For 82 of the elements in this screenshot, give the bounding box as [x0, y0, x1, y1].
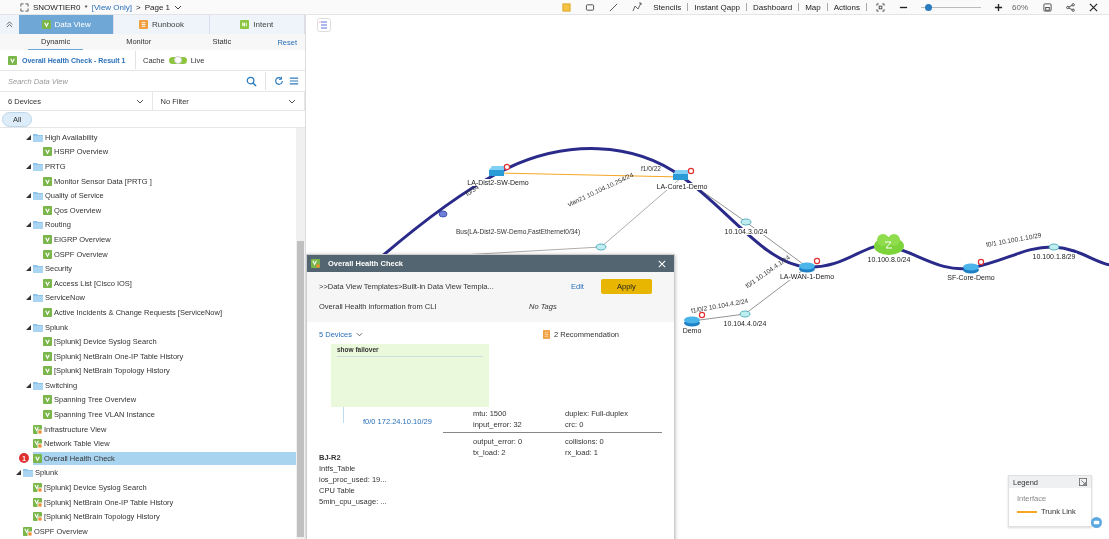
view-icon: [43, 366, 52, 376]
zoom-in-icon[interactable]: [994, 2, 1003, 12]
view-icon: [311, 259, 320, 268]
shared-view-icon: [33, 497, 42, 507]
toolbar-menu-item[interactable]: Actions: [831, 2, 862, 12]
folder-icon: [33, 293, 43, 303]
map-title: SNOWTIER0: [33, 2, 81, 12]
expand-arrow-icon[interactable]: [26, 324, 31, 330]
view-icon: [43, 351, 52, 361]
rectangle-icon[interactable]: [585, 2, 596, 12]
collapse-icon[interactable]: [6, 21, 13, 28]
shared-view-icon: [23, 526, 32, 536]
expand-arrow-icon[interactable]: [26, 222, 31, 228]
close-icon[interactable]: [1089, 2, 1098, 12]
view-icon: [43, 249, 52, 259]
caret-icon: [135, 98, 144, 104]
zoom-reading: 60%: [1012, 2, 1028, 12]
toolbar-menu-item[interactable]: Map: [803, 2, 823, 12]
view-icon: [43, 410, 52, 420]
shared-view-icon: [33, 439, 42, 449]
folder-icon: [23, 468, 33, 478]
folder-icon: [33, 191, 43, 201]
folder-icon: [33, 322, 43, 332]
view-icon: [43, 205, 52, 215]
view-icon: [43, 395, 52, 405]
expand-arrow-icon[interactable]: [26, 193, 31, 199]
shared-view-icon: [33, 424, 42, 434]
view-icon: [43, 278, 52, 288]
folder-icon: [33, 380, 43, 390]
expand-arrow-icon[interactable]: [26, 382, 31, 388]
expand-arrow-icon[interactable]: [26, 266, 31, 272]
router-icon[interactable]: [963, 258, 985, 274]
curve-icon[interactable]: [632, 2, 643, 12]
fit-view-icon[interactable]: [876, 2, 885, 12]
toolbar-menu-item[interactable]: Dashboard: [751, 2, 795, 12]
view-icon: [43, 307, 52, 317]
view-icon: [43, 234, 52, 244]
folder-icon: [33, 264, 43, 274]
share-icon[interactable]: [1066, 2, 1075, 12]
switch-icon[interactable]: [489, 163, 511, 176]
scrollbar-thumb[interactable]: [297, 241, 304, 537]
cache-toggle[interactable]: [168, 56, 187, 64]
view-icon: [43, 337, 52, 347]
shared-view-icon: [33, 512, 42, 522]
save-icon[interactable]: [1043, 2, 1052, 12]
view-icon: [43, 176, 52, 186]
menu-icon[interactable]: [289, 76, 299, 86]
document-icon: [543, 329, 550, 339]
fullscreen-icon[interactable]: [20, 2, 29, 12]
view-icon: [41, 20, 51, 29]
intent-icon: [240, 20, 250, 29]
router-icon[interactable]: [799, 257, 821, 273]
breadcrumb-separator: >: [136, 2, 141, 12]
hub-icon[interactable]: [438, 210, 448, 218]
page-selector[interactable]: Page 1: [144, 2, 171, 12]
toolbar-menu-item[interactable]: Stencils: [651, 2, 684, 12]
hub-icon[interactable]: [1048, 243, 1060, 251]
runbook-icon: [138, 20, 148, 29]
view-icon: [8, 55, 17, 65]
view-icon: [33, 453, 42, 463]
folder-icon: [33, 132, 43, 142]
view-mode: [View Only]: [91, 2, 132, 12]
expand-arrow-icon[interactable]: [26, 164, 31, 169]
zoom-slider-thumb[interactable]: [925, 3, 933, 11]
caret-icon[interactable]: [174, 4, 183, 10]
switch-icon[interactable]: [673, 167, 695, 180]
expand-icon[interactable]: [1079, 478, 1087, 486]
caret-icon: [288, 98, 296, 104]
expand-arrow-icon[interactable]: [26, 134, 31, 140]
folder-icon: [33, 162, 43, 171]
search-icon[interactable]: [246, 75, 257, 87]
modified-mark: *: [84, 2, 88, 12]
chat-icon[interactable]: [1091, 517, 1102, 528]
folder-icon: [33, 220, 43, 230]
refresh-icon[interactable]: [274, 76, 284, 86]
line-icon[interactable]: [609, 2, 619, 12]
shared-view-icon: [33, 483, 42, 493]
expand-arrow-icon[interactable]: [16, 470, 21, 476]
expand-arrow-icon[interactable]: [26, 295, 31, 301]
caret-icon: [355, 331, 363, 337]
toolbar-menu-item[interactable]: Instant Qapp: [692, 2, 743, 12]
view-icon: [43, 147, 52, 157]
